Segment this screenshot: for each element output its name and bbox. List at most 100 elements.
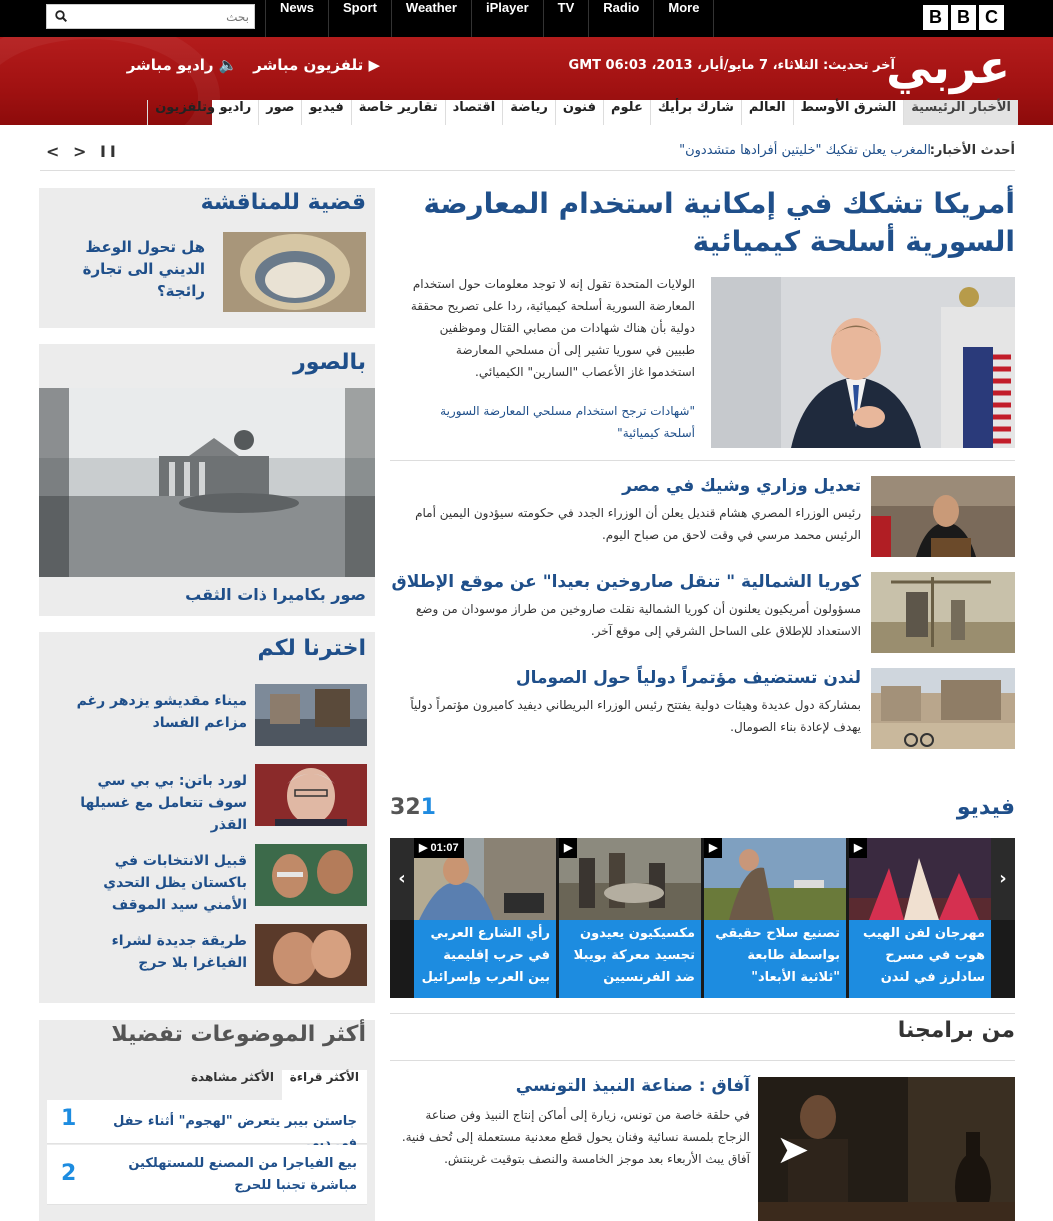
picks-image[interactable] <box>255 684 367 746</box>
story-item[interactable]: تعديل وزاري وشيك في مصر رئيس الوزراء الم… <box>390 476 1015 560</box>
video-pagination[interactable]: 321 <box>390 795 436 820</box>
section-video[interactable]: فيديو <box>301 100 350 125</box>
tab-most-watched[interactable]: الأكثر مشاهدة <box>183 1070 282 1100</box>
news-ticker: أحدث الأخبار: المغرب يعلن تفكيك "خليتين … <box>40 140 1015 166</box>
story-image[interactable] <box>871 668 1015 749</box>
nav-news[interactable]: News <box>265 0 328 37</box>
video-page-2[interactable]: 2 <box>405 795 420 820</box>
section-home[interactable]: الأخبار الرئيسية <box>903 100 1018 125</box>
video-caption[interactable]: مهرجان لفن الهيب هوب في مسرح سادلرز في ل… <box>849 920 991 998</box>
video-item[interactable]: ▶ تصنيع سلاح حقيقي بواسطة طابعة "ثلاثية … <box>704 838 846 998</box>
programmes-title[interactable]: من برامجنا <box>898 1018 1015 1043</box>
debate-item[interactable]: هل تحول الوعظ الديني الى تجارة رائجة؟ <box>55 232 366 312</box>
nav-iplayer[interactable]: iPlayer <box>470 0 543 37</box>
last-updated: آخر تحديث: الثلاثاء، 7 مايو/أيار، 2013، … <box>568 58 895 73</box>
story-title[interactable]: كوريا الشمالية " تنقل صاروخين بعيدا" عن … <box>391 572 861 592</box>
debate-title[interactable]: قضية للمناقشة <box>201 190 366 215</box>
story-image[interactable] <box>871 572 1015 653</box>
global-nav-bar: News Sport Weather iPlayer TV Radio More… <box>0 0 1053 37</box>
photos-box: بالصور صور بكاميرا ذات الثقب <box>39 344 375 616</box>
popular-item-title[interactable]: بيع الفياجرا من المصنع للمستهلكين مباشرة… <box>87 1153 357 1197</box>
carousel-next-button[interactable]: › <box>991 838 1015 920</box>
nav-more[interactable]: More <box>653 0 715 37</box>
divider <box>390 460 1015 461</box>
story-item[interactable]: كوريا الشمالية " تنقل صاروخين بعيدا" عن … <box>390 572 1015 656</box>
carousel-prev-button[interactable]: ‹ <box>390 838 414 920</box>
video-section-title[interactable]: فيديو <box>957 795 1015 820</box>
programme-image[interactable]: ➤ <box>758 1077 1015 1221</box>
tab-most-read[interactable]: الأكثر قراءة <box>281 1070 367 1100</box>
video-thumbnail[interactable]: ▶ 01:07 <box>414 838 556 920</box>
popular-title: أكثر الموضوعات تفضيلا <box>111 1022 366 1047</box>
picks-image[interactable] <box>255 924 367 986</box>
story-title[interactable]: لندن تستضيف مؤتمراً دولياً حول الصومال <box>391 668 861 688</box>
ticker-controls[interactable]: < > II <box>46 142 120 161</box>
section-radio-tv[interactable]: راديو وتلفزيون <box>147 100 258 125</box>
programme-summary: في حلقة خاصة من تونس، زيارة إلى أماكن إن… <box>401 1108 750 1166</box>
search-icon[interactable] <box>55 10 67 22</box>
picks-item[interactable]: ميناء مقديشو يزدهر رغم مزاعم الفساد <box>55 684 367 746</box>
section-world[interactable]: العالم <box>740 100 793 125</box>
bbc-logo[interactable]: B B C <box>923 5 1004 30</box>
lead-related-link[interactable]: "شهادات ترجح استخدام مسلحي المعارضة السو… <box>410 400 695 444</box>
ticker-headline[interactable]: المغرب يعلن تفكيك "خليتين أفرادها متشددو… <box>679 143 931 158</box>
section-middle-east[interactable]: الشرق الأوسط <box>792 100 904 125</box>
story-image[interactable] <box>871 476 1015 557</box>
video-thumbnail[interactable]: ▶ <box>849 838 991 920</box>
section-photos[interactable]: صور <box>258 100 301 125</box>
picks-image[interactable] <box>255 764 367 826</box>
picks-title[interactable]: اخترنا لكم <box>257 636 366 661</box>
picks-item-title[interactable]: طريقة جديدة لشراء الفياغرا بلا حرج <box>57 930 247 974</box>
video-caption[interactable]: مكسيكيون يعيدون تجسيد معركة بويبلا ضد ال… <box>559 920 701 998</box>
video-thumbnail[interactable]: ▶ <box>559 838 701 920</box>
picks-item[interactable]: طريقة جديدة لشراء الفياغرا بلا حرج <box>55 924 367 986</box>
video-page-1[interactable]: 1 <box>421 795 436 820</box>
photos-title[interactable]: بالصور <box>293 350 366 375</box>
section-business[interactable]: اقتصاد <box>444 100 503 125</box>
story-item[interactable]: لندن تستضيف مؤتمراً دولياً حول الصومال ب… <box>390 668 1015 752</box>
picks-image[interactable] <box>255 844 367 906</box>
nav-sport[interactable]: Sport <box>327 0 391 37</box>
nav-tv[interactable]: TV <box>542 0 589 37</box>
arabic-logo[interactable]: عربي <box>886 42 1010 92</box>
picks-item[interactable]: قبيل الانتخابات في باكستان يظل التحدي ال… <box>55 844 367 913</box>
ticker-label: أحدث الأخبار: <box>929 143 1015 158</box>
video-caption[interactable]: تصنيع سلاح حقيقي بواسطة طابعة "ثلاثية ال… <box>704 920 846 998</box>
divider <box>390 1060 1015 1061</box>
nav-radio[interactable]: Radio <box>588 0 653 37</box>
video-section-header: فيديو 321 <box>390 795 1015 825</box>
photos-caption[interactable]: صور بكاميرا ذات الثقب <box>185 585 366 604</box>
popular-item[interactable]: 2 بيع الفياجرا من المصنع للمستهلكين مباش… <box>47 1145 367 1205</box>
search-box[interactable] <box>46 4 255 29</box>
picks-item[interactable]: لورد باتن: بي بي سي سوف تتعامل مع غسيلها… <box>55 764 367 833</box>
debate-image[interactable] <box>223 232 366 312</box>
section-arts[interactable]: فنون <box>554 100 603 125</box>
video-carousel: ‹ › ▶ مهرجان لفن الهيب هوب في مسرح سادلر… <box>390 838 1015 998</box>
nav-weather[interactable]: Weather <box>390 0 471 37</box>
lead-headline[interactable]: أمريكا تشكك في إمكانية استخدام المعارضة … <box>390 185 1015 261</box>
live-tv-link[interactable]: تلفزيون مباشر <box>253 56 363 74</box>
picks-item-title[interactable]: ميناء مقديشو يزدهر رغم مزاعم الفساد <box>57 690 247 734</box>
section-sport[interactable]: رياضة <box>502 100 555 125</box>
video-page-3[interactable]: 3 <box>390 795 405 820</box>
video-caption[interactable]: رأي الشارع العربي في حرب إقليمية بين الع… <box>414 920 556 998</box>
lead-image[interactable] <box>711 277 1015 448</box>
picks-item-title[interactable]: قبيل الانتخابات في باكستان يظل التحدي ال… <box>57 850 247 916</box>
story-summary: مسؤولون أمريكيون يعلنون أن كوريا الشمالي… <box>415 602 861 638</box>
video-item[interactable]: ▶ 01:07 رأي الشارع العربي في حرب إقليمية… <box>414 838 556 998</box>
play-icon: ▶ <box>559 838 578 858</box>
live-radio-link[interactable]: راديو مباشر <box>127 56 214 74</box>
popular-item[interactable]: 1 جاستن بيبر يتعرض "لهجوم" أثناء حفل في … <box>47 1100 367 1151</box>
debate-item-title[interactable]: هل تحول الوعظ الديني الى تجارة رائجة؟ <box>55 236 205 302</box>
video-item[interactable]: ▶ مهرجان لفن الهيب هوب في مسرح سادلرز في… <box>849 838 991 998</box>
photos-image[interactable] <box>39 388 375 577</box>
video-thumbnail[interactable]: ▶ <box>704 838 846 920</box>
picks-item-title[interactable]: لورد باتن: بي بي سي سوف تتعامل مع غسيلها… <box>57 770 247 836</box>
section-special-reports[interactable]: تقارير خاصة <box>350 100 445 125</box>
search-input[interactable] <box>77 7 249 26</box>
section-science[interactable]: علوم <box>603 100 650 125</box>
section-have-your-say[interactable]: شارك برأيك <box>649 100 741 125</box>
programme-title[interactable]: آفاق : صناعة النبيذ التونسي <box>420 1076 750 1096</box>
story-title[interactable]: تعديل وزاري وشيك في مصر <box>391 476 861 496</box>
video-item[interactable]: ▶ مكسيكيون يعيدون تجسيد معركة بويبلا ضد … <box>559 838 701 998</box>
